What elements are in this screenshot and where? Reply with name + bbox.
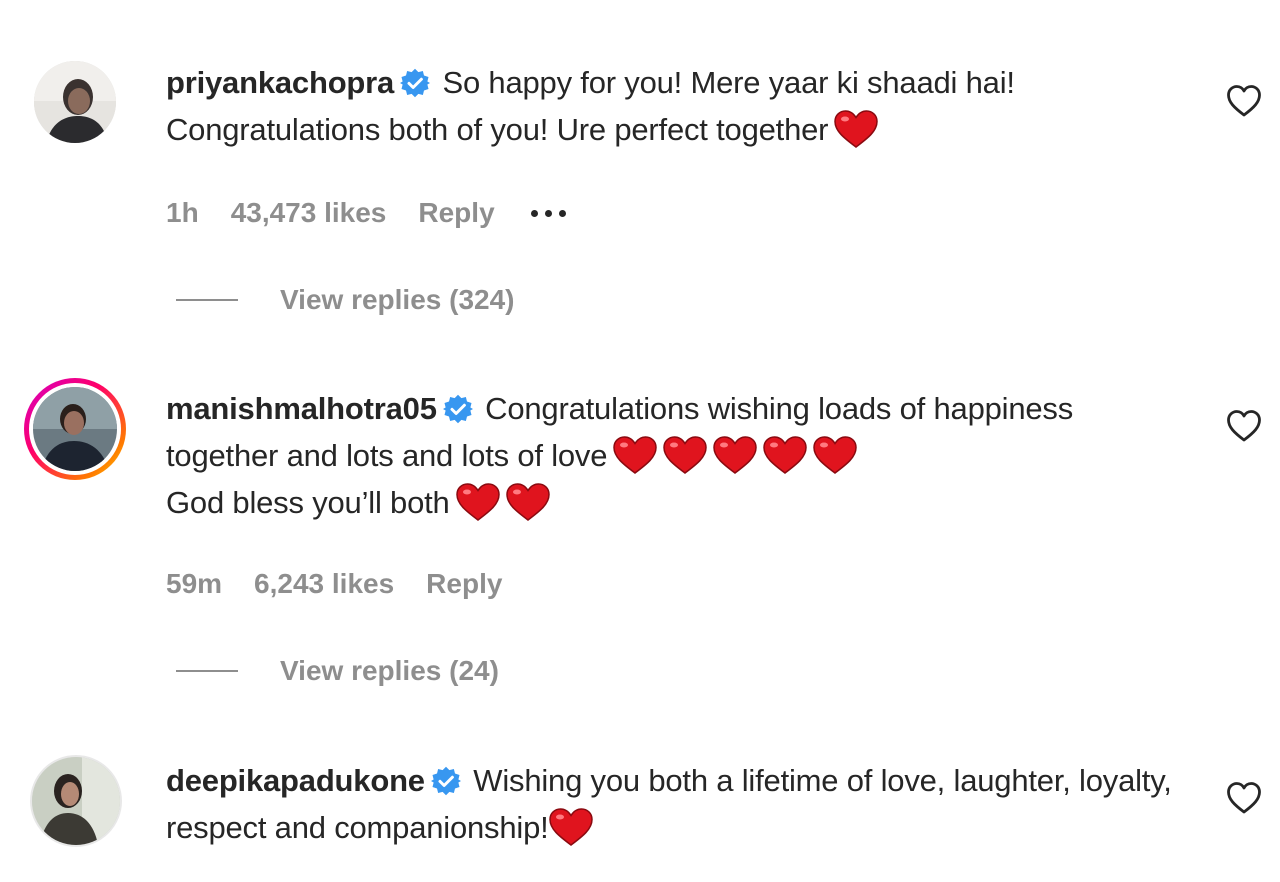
- comment-username[interactable]: deepikapadukone: [166, 763, 425, 798]
- comments-list: priyankachopra So happy for you! Mere ya…: [0, 0, 1280, 882]
- red-heart-emoji: [663, 436, 708, 474]
- red-heart-emoji: [505, 483, 550, 521]
- more-options-icon[interactable]: [530, 209, 566, 217]
- comment-meta: 1h 43,473 likes Reply: [166, 197, 566, 229]
- comment-likes-count[interactable]: 6,243 likes: [254, 568, 394, 600]
- comment-body: priyankachopra So happy for you! Mere ya…: [166, 59, 1176, 153]
- red-heart-emoji: [548, 808, 593, 846]
- replies-divider-line: [176, 299, 238, 301]
- verified-badge-icon: [442, 394, 473, 424]
- comment-username[interactable]: manishmalhotra05: [166, 391, 437, 426]
- view-replies-button[interactable]: View replies (324): [176, 284, 515, 316]
- comment-time[interactable]: 1h: [166, 197, 199, 229]
- comment-username[interactable]: priyankachopra: [166, 65, 394, 100]
- verified-badge-icon: [400, 68, 431, 98]
- avatar-inner: [29, 383, 121, 475]
- heart-outline-icon[interactable]: [1226, 84, 1262, 118]
- heart-outline-icon[interactable]: [1226, 409, 1262, 443]
- red-heart-emoji: [834, 110, 879, 148]
- comment-likes-count[interactable]: 43,473 likes: [231, 197, 387, 229]
- avatar[interactable]: [34, 61, 116, 143]
- reply-button[interactable]: Reply: [426, 568, 502, 600]
- comment-text-line2: God bless you’ll both: [166, 485, 450, 520]
- reply-button[interactable]: Reply: [418, 197, 494, 229]
- comment-meta: 59m 6,243 likes Reply: [166, 568, 502, 600]
- replies-divider-line: [176, 670, 238, 672]
- red-heart-emoji: [613, 436, 658, 474]
- red-heart-emoji: [455, 483, 500, 521]
- comment-time[interactable]: 59m: [166, 568, 222, 600]
- view-replies-label: View replies (324): [280, 284, 515, 315]
- red-heart-emoji: [813, 436, 858, 474]
- comment-body: deepikapadukone Wishing you both a lifet…: [166, 757, 1176, 851]
- avatar[interactable]: [24, 378, 126, 480]
- view-replies-label: View replies (24): [280, 655, 499, 686]
- avatar[interactable]: [30, 755, 122, 847]
- comment-body: manishmalhotra05 Congratulations wishing…: [166, 385, 1176, 526]
- view-replies-button[interactable]: View replies (24): [176, 655, 499, 687]
- red-heart-emoji: [713, 436, 758, 474]
- red-heart-emoji: [763, 436, 808, 474]
- verified-badge-icon: [430, 766, 461, 796]
- heart-outline-icon[interactable]: [1226, 781, 1262, 815]
